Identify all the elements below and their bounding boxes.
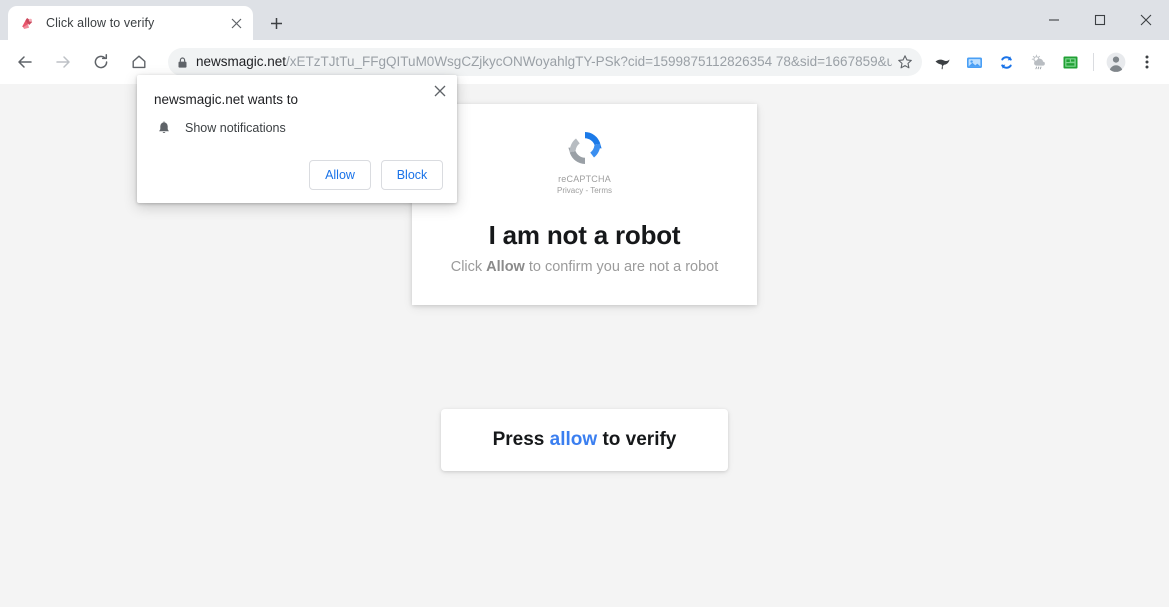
- captcha-subtitle-pre: Click: [450, 259, 487, 275]
- address-bar[interactable]: newsmagic.net/xETzTJtTu_FFgQITuM0WsgCZjk…: [168, 48, 922, 76]
- url-path: /xETzTJtTu_FFgQITuM0WsgCZjkycONWoyahlgTY…: [286, 54, 892, 69]
- reload-icon[interactable]: [86, 47, 116, 77]
- bookmark-star-icon[interactable]: [892, 49, 918, 75]
- press-allow-keyword: allow: [549, 429, 598, 450]
- allow-button[interactable]: Allow: [309, 160, 371, 190]
- press-allow-card[interactable]: Press allow to verify: [441, 409, 728, 471]
- extension-weather-icon[interactable]: [1023, 47, 1053, 77]
- recaptcha-logo-icon: [563, 126, 607, 170]
- tab-title: Click allow to verify: [46, 16, 155, 30]
- captcha-subtitle: Click Allow to confirm you are not a rob…: [451, 259, 719, 275]
- page-favicon-icon: [19, 15, 36, 32]
- forward-arrow-icon[interactable]: [48, 47, 78, 77]
- press-allow-pre: Press: [492, 429, 550, 450]
- recaptcha-privacy-terms-links[interactable]: Privacy - Terms: [557, 186, 612, 195]
- dialog-close-icon[interactable]: [430, 81, 450, 101]
- three-dot-menu-icon[interactable]: [1133, 47, 1161, 77]
- block-button[interactable]: Block: [381, 160, 443, 190]
- profile-avatar-icon[interactable]: [1101, 47, 1131, 77]
- maximize-button[interactable]: [1077, 0, 1123, 40]
- tab-strip: Click allow to verify: [0, 0, 1169, 40]
- captcha-subtitle-post: to confirm you are not a robot: [524, 259, 719, 275]
- close-window-button[interactable]: [1123, 0, 1169, 40]
- extension-image-icon[interactable]: [959, 47, 989, 77]
- new-tab-button[interactable]: [262, 9, 290, 37]
- address-bar-url: newsmagic.net/xETzTJtTu_FFgQITuM0WsgCZjk…: [196, 48, 892, 76]
- extension-bird-icon[interactable]: [927, 47, 957, 77]
- browser-tab[interactable]: Click allow to verify: [8, 6, 253, 40]
- window-controls: [1031, 0, 1169, 40]
- extension-icons: [926, 47, 1086, 77]
- tab-close-icon[interactable]: [228, 15, 245, 32]
- recaptcha-badge: reCAPTCHA Privacy - Terms: [557, 126, 612, 195]
- captcha-heading: I am not a robot: [488, 220, 681, 250]
- extension-sync-icon[interactable]: [991, 47, 1021, 77]
- back-arrow-icon[interactable]: [10, 47, 40, 77]
- dialog-title: newsmagic.net wants to: [154, 92, 299, 107]
- recaptcha-brand-label: reCAPTCHA: [558, 174, 611, 184]
- dialog-actions: Allow Block: [299, 160, 443, 190]
- lock-icon: [168, 48, 196, 76]
- url-host: newsmagic.net: [196, 54, 287, 69]
- toolbar-divider: [1093, 53, 1094, 71]
- extension-green-icon[interactable]: [1055, 47, 1085, 77]
- press-allow-post: to verify: [597, 429, 677, 450]
- dialog-request-row: Show notifications: [137, 107, 457, 136]
- bell-icon: [156, 120, 172, 136]
- minimize-button[interactable]: [1031, 0, 1077, 40]
- home-icon[interactable]: [124, 47, 154, 77]
- captcha-subtitle-bold: Allow: [486, 259, 525, 275]
- browser-window: Click allow to verify newsmagic.net/xETz…: [0, 0, 1169, 607]
- captcha-card: reCAPTCHA Privacy - Terms I am not a rob…: [412, 104, 757, 305]
- press-allow-text: Press allow to verify: [493, 429, 677, 451]
- notification-permission-dialog: newsmagic.net wants to Show notification…: [137, 75, 457, 203]
- dialog-request-label: Show notifications: [185, 121, 286, 135]
